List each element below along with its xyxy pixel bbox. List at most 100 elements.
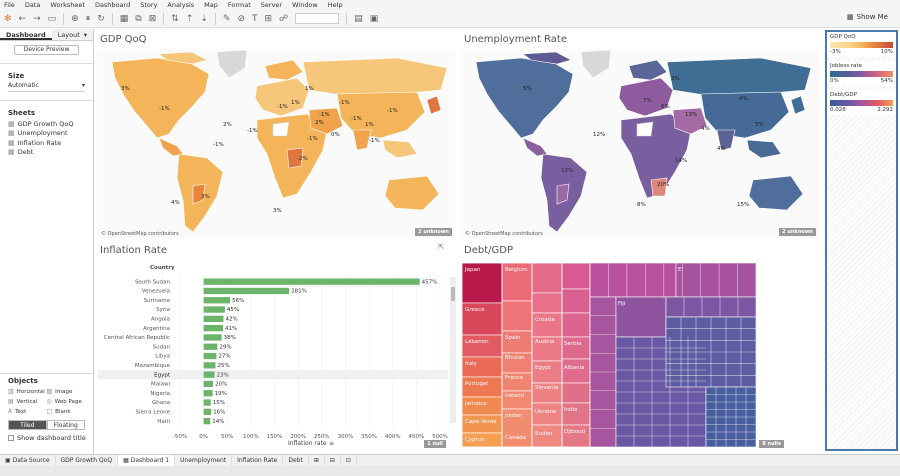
inflation-null-badge[interactable]: 1 null xyxy=(424,440,446,448)
gdp-map[interactable]: 3% -1% -1% 1% -1% 2% -1% -1% -1% 3% 4% 0… xyxy=(97,50,455,238)
highlight-icon[interactable]: ✎ xyxy=(223,14,231,24)
size-dropdown[interactable]: Automatic ▾ xyxy=(8,82,85,92)
sort-icon[interactable]: ≡ xyxy=(329,440,334,447)
treemap-cell[interactable] xyxy=(675,262,757,298)
menu-server[interactable]: Server xyxy=(261,1,282,9)
menu-window[interactable]: Window xyxy=(292,1,318,9)
bar[interactable] xyxy=(203,418,211,425)
floating-button[interactable]: Floating xyxy=(46,420,85,430)
treemap-cell[interactable] xyxy=(461,356,503,378)
category-label[interactable]: Suriname xyxy=(144,298,171,304)
tab-unemployment[interactable]: Unemployment xyxy=(175,454,233,467)
tab-gdp-growth[interactable]: GDP Growth QoQ xyxy=(56,454,119,467)
forward-icon[interactable]: → xyxy=(33,14,41,24)
pause-icon[interactable]: ⏸ xyxy=(86,14,91,24)
menu-map[interactable]: Map xyxy=(204,1,218,9)
unemployment-pane[interactable]: Unemployment Rate 5% 3% 4% 7% 6% 12% 12%… xyxy=(460,30,822,239)
new-story-tab[interactable]: ⊡ xyxy=(341,454,357,467)
category-label[interactable]: South Sudan xyxy=(135,279,171,285)
category-label[interactable]: Egypt xyxy=(154,372,171,378)
bar[interactable] xyxy=(203,408,212,415)
treemap-cell[interactable] xyxy=(501,300,533,332)
treemap-cell[interactable] xyxy=(461,376,503,398)
menu-data[interactable]: Data xyxy=(25,1,41,9)
tab-debt[interactable]: Debt xyxy=(283,454,309,467)
treemap-cell[interactable] xyxy=(589,262,677,298)
object-webpage[interactable]: ◎ Web Page xyxy=(47,397,86,406)
menu-file[interactable]: File xyxy=(4,1,15,9)
show-title-row[interactable]: Show dashboard title xyxy=(8,434,93,442)
category-label[interactable]: Libya xyxy=(155,354,170,360)
bar[interactable] xyxy=(203,371,215,378)
treemap-cell[interactable] xyxy=(665,296,757,318)
fit-dropdown[interactable] xyxy=(295,13,340,24)
category-label[interactable]: Mozambique xyxy=(135,363,171,369)
bar[interactable] xyxy=(203,390,213,397)
category-label[interactable]: Nigeria xyxy=(150,391,170,397)
tab-layout[interactable]: Layout ▾ xyxy=(51,29,93,40)
tab-data-source[interactable]: ▣ Data Source xyxy=(0,454,56,467)
new-sheet-tab[interactable]: ⊞ xyxy=(309,454,325,467)
new-sheet-icon[interactable]: ▦ xyxy=(120,14,129,24)
save-icon[interactable]: ▭ xyxy=(48,14,57,24)
menu-help[interactable]: Help xyxy=(328,1,343,9)
treemap-cell[interactable] xyxy=(561,262,591,290)
treemap-cell[interactable] xyxy=(531,292,563,314)
object-blank[interactable]: □ Blank xyxy=(47,407,86,416)
inflation-chart[interactable]: Country -50% 0% 50% 100% 150% 200% 250% 300% 350… xyxy=(96,241,458,452)
bar[interactable] xyxy=(203,297,231,304)
category-label[interactable]: Angola xyxy=(151,317,170,323)
legend-gdp[interactable]: GDP QoQ -3% 10% xyxy=(827,32,896,57)
object-text[interactable]: A Text xyxy=(8,407,47,416)
category-label[interactable]: Ghana xyxy=(152,400,170,406)
bar[interactable] xyxy=(203,287,290,295)
object-horizontal[interactable]: ▥ Horizontal xyxy=(8,387,47,396)
bar[interactable] xyxy=(203,278,420,285)
menu-format[interactable]: Format xyxy=(228,1,251,9)
category-label[interactable]: Sudan xyxy=(153,344,171,350)
menu-story[interactable]: Story xyxy=(140,1,157,9)
menu-worksheet[interactable]: Worksheet xyxy=(50,1,85,9)
presentation-icon[interactable]: ▣ xyxy=(370,14,379,24)
unemployment-unknown-badge[interactable]: 2 unknown xyxy=(779,228,816,236)
tab-inflation[interactable]: Inflation Rate xyxy=(232,454,284,467)
sheet-item-unemployment[interactable]: ▦ Unemployment xyxy=(8,129,93,139)
menu-analysis[interactable]: Analysis xyxy=(167,1,194,9)
category-label[interactable]: Venezuela xyxy=(142,289,170,295)
bar[interactable] xyxy=(203,399,211,406)
tab-dashboard[interactable]: Dashboard xyxy=(0,29,52,40)
category-label[interactable]: Central African Republic xyxy=(104,335,170,341)
object-image[interactable]: ▨ Image xyxy=(47,387,86,396)
category-label[interactable]: Sierra Leone xyxy=(135,410,170,416)
bar[interactable] xyxy=(203,334,222,341)
clear-icon[interactable]: ⊠ xyxy=(149,14,157,24)
bar[interactable] xyxy=(203,352,217,360)
bar[interactable] xyxy=(203,325,224,332)
sort-desc-icon[interactable]: ⇣ xyxy=(200,14,208,24)
gdp-pane[interactable]: GDP QoQ 3% -1% -1% 1% -1% 2% -1% -1% -1%… xyxy=(96,30,458,239)
treemap-cell[interactable] xyxy=(531,262,563,294)
debt-treemap[interactable]: Japan Greece Lebanon Italy Portugal Jama… xyxy=(460,241,822,452)
device-preview-button[interactable]: Device Preview xyxy=(14,45,79,55)
show-title-checkbox[interactable] xyxy=(8,435,14,441)
labels-icon[interactable]: T xyxy=(252,14,258,24)
sort-asc-icon[interactable]: ⇡ xyxy=(186,14,194,24)
refresh-icon[interactable]: ↻ xyxy=(97,14,105,24)
category-label[interactable]: Syria xyxy=(156,307,170,313)
bar[interactable] xyxy=(203,362,216,369)
sheet-item-debt[interactable]: ▦ Debt xyxy=(8,148,93,158)
treemap-cell[interactable] xyxy=(561,382,591,404)
back-icon[interactable]: ← xyxy=(19,14,27,24)
new-dashboard-tab[interactable]: ⊟ xyxy=(325,454,341,467)
tableau-logo-icon[interactable]: ✻ xyxy=(4,14,12,24)
group-icon[interactable]: ⊘ xyxy=(237,14,245,24)
bar[interactable] xyxy=(203,306,225,313)
tiled-button[interactable]: Tiled xyxy=(8,420,47,430)
debt-pane[interactable]: Debt/GDP Japan Greece Lebanon Italy Port… xyxy=(460,241,822,452)
legend-jobless[interactable]: Jobless rate 0% 54% xyxy=(827,61,896,86)
tab-dashboard-1[interactable]: ▦ Dashboard 1 xyxy=(118,454,176,467)
category-label[interactable]: Malawi xyxy=(151,382,171,388)
category-label[interactable]: Argentina xyxy=(143,326,170,332)
format-icon[interactable]: ☍ xyxy=(279,14,288,24)
bar[interactable] xyxy=(203,380,214,388)
